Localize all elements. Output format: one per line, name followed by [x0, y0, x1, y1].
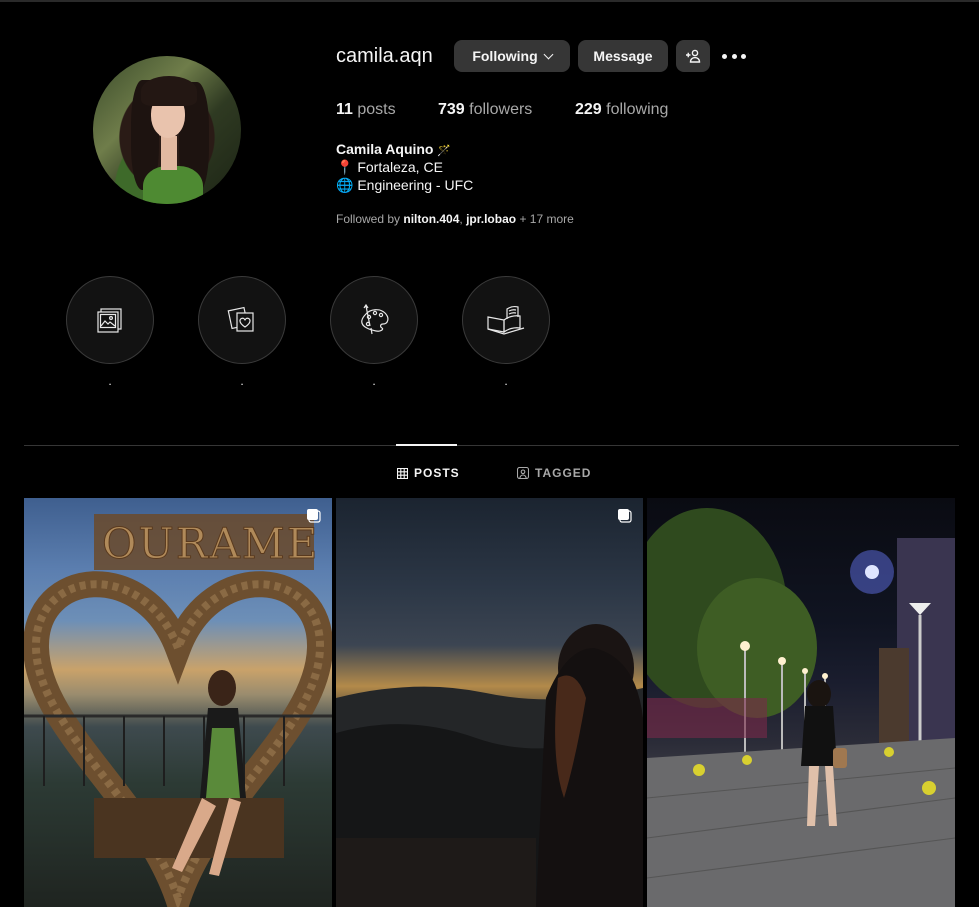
highlight-4[interactable]: .: [462, 276, 550, 388]
highlight-1[interactable]: .: [66, 276, 154, 388]
multiple-photos-icon: [307, 509, 321, 523]
bio-location: 📍 Fortaleza, CE: [336, 159, 443, 175]
chevron-down-icon: [543, 49, 554, 59]
highlight-cover: [66, 276, 154, 364]
profile-avatar[interactable]: [93, 56, 241, 204]
post-image: [647, 508, 955, 907]
post-thumbnail[interactable]: OURAME: [24, 498, 332, 907]
highlight-2[interactable]: .: [198, 276, 286, 388]
photo-heart-icon: [227, 306, 254, 332]
tab-tagged-label: TAGGED: [535, 466, 592, 480]
following-button[interactable]: Following: [454, 40, 570, 72]
followers-stat[interactable]: 739 followers: [438, 101, 532, 119]
add-user-icon: [686, 49, 701, 63]
posts-label: posts: [357, 101, 396, 118]
highlight-label: .: [372, 374, 376, 388]
highlight-cover: [198, 276, 286, 364]
photos-icon: [97, 308, 122, 333]
post-image: OURAME: [24, 514, 332, 907]
highlight-label: .: [108, 374, 112, 388]
bio-university: 🌐 Engineering - UFC: [336, 177, 474, 193]
post-thumbnail[interactable]: [336, 498, 643, 907]
tab-posts[interactable]: POSTS: [397, 466, 460, 480]
following-count: 229: [575, 101, 602, 118]
svg-text:OURAME: OURAME: [102, 519, 319, 568]
magic-wand-emoji: 🪄: [437, 145, 452, 157]
suggested-users-button[interactable]: [676, 40, 710, 72]
following-stat[interactable]: 229 following: [575, 101, 668, 119]
followed-by-separator: ,: [459, 212, 463, 226]
followed-by-prefix: Followed by: [336, 212, 401, 226]
post-thumbnail[interactable]: [647, 498, 955, 907]
followed-by-user-1[interactable]: nilton.404: [403, 212, 459, 226]
tab-tagged[interactable]: TAGGED: [517, 466, 591, 480]
followers-count: 739: [438, 101, 465, 118]
followed-by-user-2[interactable]: jpr.lobao: [466, 212, 516, 226]
post-image: [336, 624, 643, 907]
tagged-icon: [517, 467, 529, 479]
followed-by[interactable]: Followed by nilton.404, jpr.lobao + 17 m…: [336, 212, 574, 226]
message-button-label: Message: [593, 48, 653, 64]
posts-count: 11: [336, 101, 353, 118]
highlight-3[interactable]: .: [330, 276, 418, 388]
grid-icon: [397, 467, 408, 479]
highlight-label: .: [504, 374, 508, 388]
active-tab-indicator: [396, 444, 457, 446]
following-label: following: [606, 101, 669, 118]
palette-icon: [361, 303, 389, 335]
highlight-label: .: [240, 374, 244, 388]
followers-label: followers: [469, 101, 533, 118]
posts-stat: 11 posts: [336, 101, 396, 119]
followed-by-more: + 17 more: [519, 212, 574, 226]
highlight-cover: [462, 276, 550, 364]
more-options-icon[interactable]: [722, 50, 746, 62]
bio-full-name: Camila Aquino 🪄: [336, 141, 451, 157]
multiple-photos-icon: [618, 509, 632, 523]
tab-posts-label: POSTS: [414, 466, 460, 480]
following-button-label: Following: [472, 48, 538, 64]
bio-name-text: Camila Aquino: [336, 141, 434, 157]
tabs-divider: [24, 445, 959, 446]
highlight-cover: [330, 276, 418, 364]
profile-username: camila.aqn: [336, 45, 433, 67]
top-border: [0, 0, 979, 2]
message-button[interactable]: Message: [578, 40, 668, 72]
open-book-icon: [487, 306, 525, 335]
